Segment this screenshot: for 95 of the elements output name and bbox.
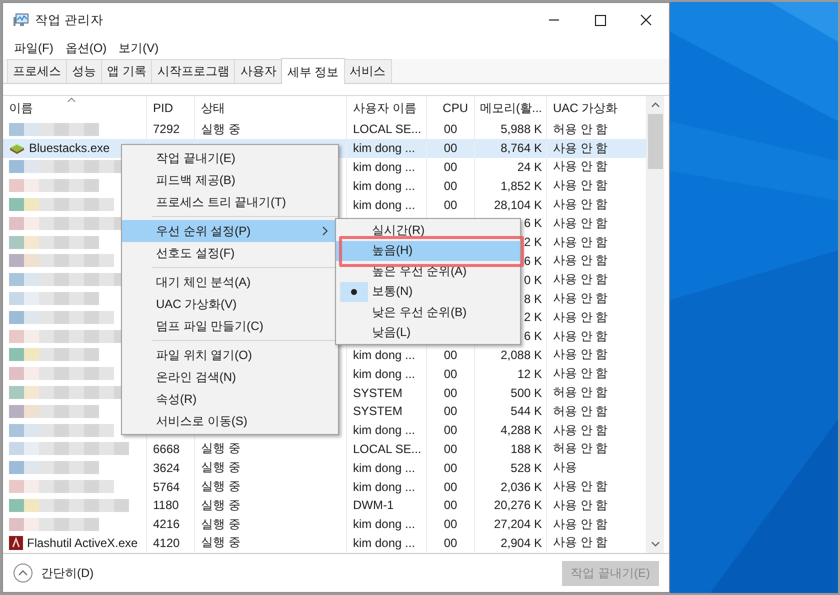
- uac-cell: 허용 안 함: [553, 384, 608, 402]
- memory-cell: 2,036 K: [500, 480, 542, 494]
- cpu-cell: 00: [444, 366, 458, 381]
- memory-cell: 2,904 K: [500, 536, 542, 550]
- uac-cell: 사용 안 함: [553, 534, 608, 552]
- cpu-cell: 00: [444, 141, 458, 156]
- process-name: Bluestacks.exe: [29, 141, 110, 156]
- memory-cell: 12 K: [517, 366, 542, 381]
- user-cell: kim dong ...: [353, 366, 416, 381]
- memory-cell: 188 K: [510, 442, 542, 456]
- pid-cell: 4120: [153, 536, 180, 550]
- user-cell: kim dong ...: [353, 480, 416, 494]
- memory-cell: 5,988 K: [500, 122, 542, 136]
- uac-cell: 사용 안 함: [553, 496, 608, 514]
- uac-cell: 허용 안 함: [553, 120, 608, 138]
- uac-cell: 사용 안 함: [553, 234, 608, 251]
- status-cell: 실행 중: [201, 496, 240, 514]
- memory-cell: 28,104 K: [494, 198, 542, 212]
- uac-cell: 허용 안 함: [553, 402, 608, 420]
- memory-cell: 6 K: [524, 329, 542, 344]
- status-cell: 실행 중: [201, 534, 240, 552]
- uac-cell: 사용 안 함: [553, 422, 608, 439]
- status-cell: 실행 중: [201, 459, 240, 476]
- memory-cell: 24 K: [517, 160, 542, 174]
- memory-cell: 528 K: [510, 460, 542, 475]
- uac-cell: 사용 안 함: [553, 214, 608, 232]
- memory-cell: 6 K: [524, 216, 542, 230]
- user-cell: kim dong ...: [353, 536, 416, 550]
- cpu-cell: 00: [444, 386, 458, 400]
- memory-cell: 0 K: [524, 272, 542, 287]
- cpu-cell: 00: [444, 122, 458, 136]
- memory-cell: 1,852 K: [500, 178, 542, 193]
- uac-cell: 사용 안 함: [553, 140, 608, 157]
- cpu-cell: 00: [444, 160, 458, 174]
- cpu-cell: 00: [444, 460, 458, 475]
- memory-cell: 4,288 K: [500, 423, 542, 438]
- pid-cell: 4216: [153, 517, 180, 532]
- cpu-cell: 00: [444, 198, 458, 212]
- pid-cell: 5764: [153, 480, 180, 494]
- cpu-cell: 00: [444, 348, 458, 362]
- user-cell: kim dong ...: [353, 198, 416, 212]
- cpu-cell: 00: [444, 423, 458, 438]
- cpu-cell: 00: [444, 480, 458, 494]
- memory-cell: 2,088 K: [500, 348, 542, 362]
- pid-cell: 7292: [153, 122, 180, 136]
- uac-cell: 사용 안 함: [553, 516, 608, 533]
- cpu-cell: 00: [444, 536, 458, 550]
- uac-cell: 사용 안 함: [553, 196, 608, 214]
- status-cell: 실행 중: [201, 516, 240, 533]
- user-cell: DWM-1: [353, 498, 394, 512]
- user-cell: kim dong ...: [353, 141, 416, 156]
- user-cell: LOCAL SE...: [353, 442, 422, 456]
- memory-cell: 27,204 K: [494, 517, 542, 532]
- user-cell: SYSTEM: [353, 404, 402, 418]
- uac-cell: 사용: [553, 459, 577, 476]
- cpu-cell: 00: [444, 178, 458, 193]
- uac-cell: 사용 안 함: [553, 328, 608, 345]
- memory-cell: 2 K: [524, 310, 542, 324]
- status-cell: 실행 중: [201, 120, 240, 138]
- uac-cell: 사용 안 함: [553, 308, 608, 326]
- uac-cell: 사용 안 함: [553, 158, 608, 176]
- user-cell: kim dong ...: [353, 160, 416, 174]
- status-cell: 실행 중: [201, 440, 240, 458]
- user-cell: kim dong ...: [353, 423, 416, 438]
- memory-cell: 2 K: [524, 235, 542, 250]
- uac-cell: 사용 안 함: [553, 177, 608, 194]
- memory-cell: 544 K: [510, 404, 542, 418]
- uac-cell: 허용 안 함: [553, 440, 608, 458]
- user-cell: LOCAL SE...: [353, 122, 422, 136]
- user-cell: kim dong ...: [353, 178, 416, 193]
- uac-cell: 사용 안 함: [553, 271, 608, 288]
- uac-cell: 사용 안 함: [553, 252, 608, 270]
- user-cell: kim dong ...: [353, 517, 416, 532]
- cpu-cell: 00: [444, 442, 458, 456]
- memory-cell: 6 K: [524, 254, 542, 268]
- pid-cell: 3624: [153, 460, 180, 475]
- pid-cell: 1180: [153, 498, 179, 512]
- user-cell: kim dong ...: [353, 460, 416, 475]
- uac-cell: 사용 안 함: [553, 346, 608, 364]
- cpu-cell: 00: [444, 517, 458, 532]
- user-cell: kim dong ...: [353, 348, 416, 362]
- uac-cell: 사용 안 함: [553, 478, 608, 496]
- status-cell: 실행 중: [201, 478, 240, 496]
- user-cell: SYSTEM: [353, 386, 402, 400]
- pid-cell: 6668: [153, 442, 180, 456]
- memory-cell: 8,764 K: [500, 141, 542, 156]
- memory-cell: 20,276 K: [494, 498, 542, 512]
- uac-cell: 사용 안 함: [553, 290, 608, 308]
- cpu-cell: 00: [444, 498, 458, 512]
- process-name: Flashutil ActiveX.exe: [27, 536, 138, 550]
- memory-cell: 500 K: [510, 386, 542, 400]
- memory-cell: 8 K: [524, 292, 542, 306]
- uac-cell: 사용 안 함: [553, 365, 608, 382]
- window-title: 작업 관리자: [35, 12, 104, 28]
- cpu-cell: 00: [444, 404, 458, 418]
